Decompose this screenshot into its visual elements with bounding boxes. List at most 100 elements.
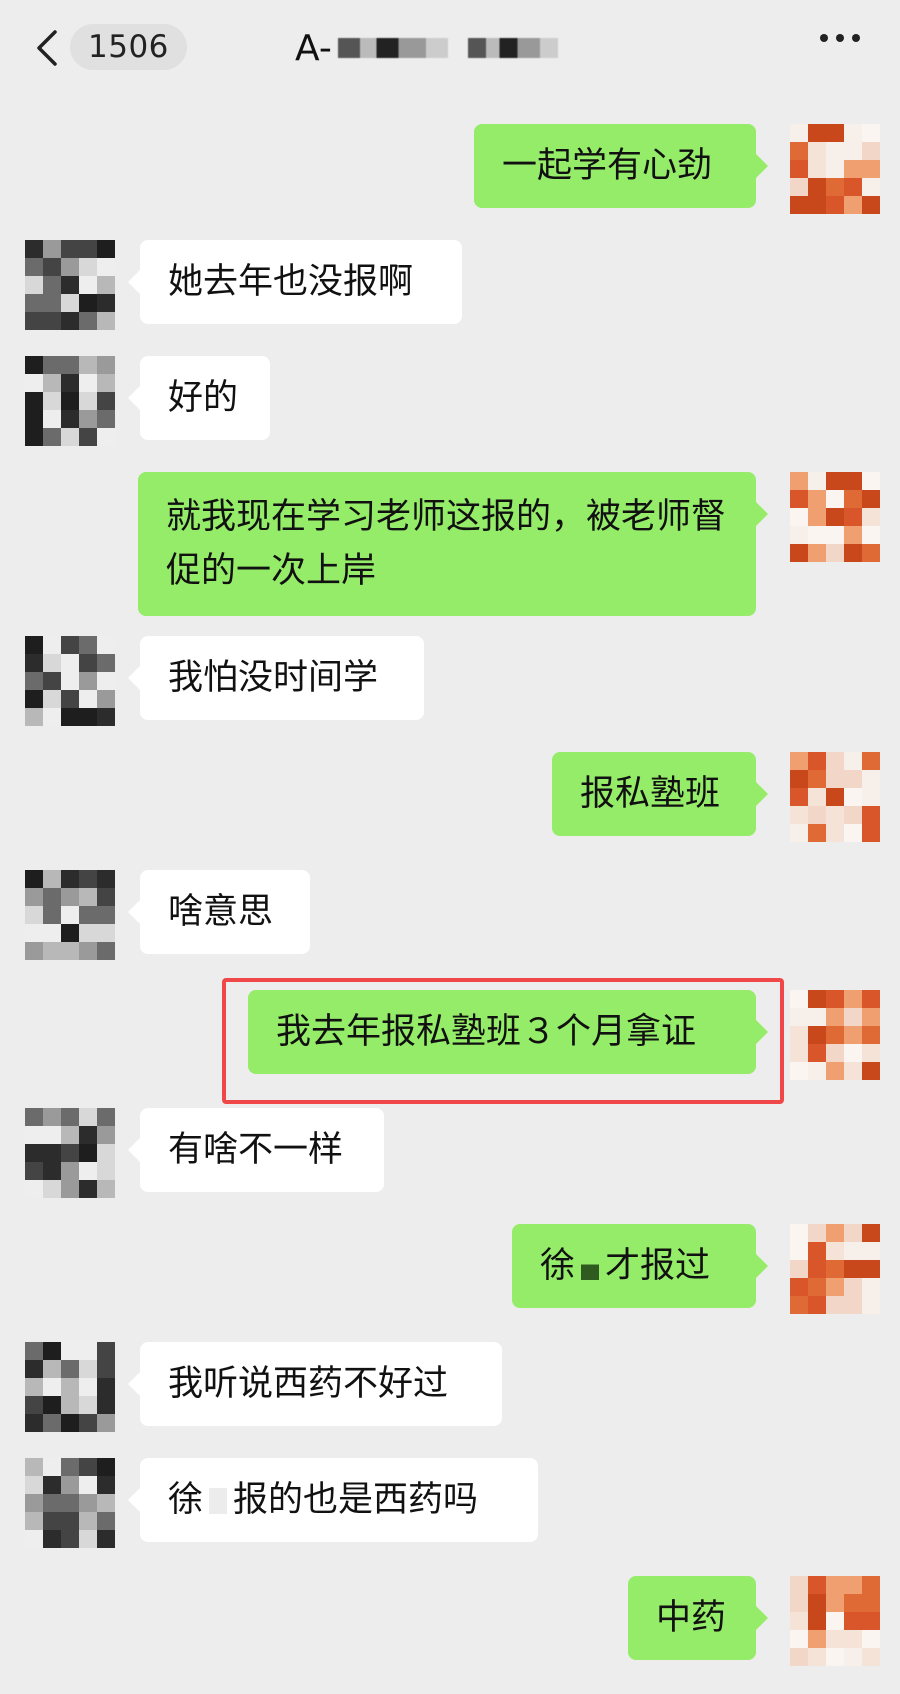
my-avatar[interactable] [790, 124, 880, 214]
avatar-mosaic-tile [79, 276, 97, 294]
avatar-mosaic-tile [844, 788, 862, 806]
outgoing-message[interactable]: 一起学有心劲 [474, 124, 768, 208]
avatar-mosaic-tile [826, 544, 844, 562]
contact-avatar[interactable] [25, 636, 115, 726]
avatar-mosaic-tile [97, 1108, 115, 1126]
avatar-mosaic-tile [808, 990, 826, 1008]
avatar-mosaic-tile [862, 1008, 880, 1026]
avatar-mosaic-tile [79, 1494, 97, 1512]
contact-avatar[interactable] [25, 1108, 115, 1198]
avatar-mosaic-tile [826, 1296, 844, 1314]
avatar-mosaic-tile [43, 870, 61, 888]
avatar-mosaic-tile [79, 240, 97, 258]
avatar-mosaic-tile [790, 490, 808, 508]
redacted-title-block [467, 38, 558, 58]
avatar-mosaic-tile [25, 942, 43, 960]
avatar-mosaic-tile [844, 824, 862, 842]
avatar-mosaic-tile [790, 1062, 808, 1080]
my-avatar[interactable] [790, 1576, 880, 1666]
avatar-mosaic-tile [25, 636, 43, 654]
avatar-mosaic-tile [844, 806, 862, 824]
avatar-mosaic-tile [97, 1530, 115, 1548]
avatar-mosaic-tile [43, 654, 61, 672]
avatar-mosaic-tile [862, 526, 880, 544]
avatar-mosaic-tile [844, 1278, 862, 1296]
avatar-mosaic-tile [43, 690, 61, 708]
avatar-mosaic-tile [97, 312, 115, 330]
unread-count-badge[interactable]: 1506 [70, 24, 187, 70]
avatar-mosaic-tile [61, 312, 79, 330]
avatar-mosaic-tile [79, 356, 97, 374]
avatar-mosaic-tile [790, 806, 808, 824]
avatar-mosaic-tile [25, 888, 43, 906]
avatar-mosaic-tile [862, 490, 880, 508]
message-text: 报的也是西药吗 [233, 1480, 479, 1520]
avatar-mosaic-tile [79, 924, 97, 942]
my-avatar[interactable] [790, 1224, 880, 1314]
avatar-mosaic-tile [25, 1396, 43, 1414]
avatar-mosaic-tile [61, 410, 79, 428]
avatar-mosaic-tile [43, 392, 61, 410]
incoming-message[interactable]: 好的 [128, 356, 270, 440]
avatar-mosaic-tile [43, 1108, 61, 1126]
avatar-mosaic-tile [79, 690, 97, 708]
incoming-message[interactable]: 她去年也没报啊 [128, 240, 462, 324]
avatar-mosaic-tile [844, 1630, 862, 1648]
avatar-mosaic-tile [61, 294, 79, 312]
outgoing-message[interactable]: 就我现在学习老师这报的，被老师督促的一次上岸 [138, 472, 768, 616]
back-button[interactable] [30, 26, 64, 70]
avatar-mosaic-tile [862, 160, 880, 178]
contact-avatar[interactable] [25, 870, 115, 960]
avatar-mosaic-tile [25, 1378, 43, 1396]
avatar-mosaic-tile [97, 1378, 115, 1396]
avatar-mosaic-tile [25, 1144, 43, 1162]
avatar-mosaic-tile [25, 1126, 43, 1144]
avatar-mosaic-tile [43, 924, 61, 942]
avatar-mosaic-tile [61, 1512, 79, 1530]
avatar-mosaic-tile [808, 142, 826, 160]
contact-avatar[interactable] [25, 1458, 115, 1548]
incoming-message[interactable]: 有啥不一样 [128, 1108, 384, 1192]
outgoing-message[interactable]: 中药 [628, 1576, 768, 1660]
my-avatar[interactable] [790, 990, 880, 1080]
avatar-mosaic-tile [61, 1476, 79, 1494]
avatar-mosaic-tile [25, 1180, 43, 1198]
avatar-mosaic-tile [25, 1476, 43, 1494]
avatar-mosaic-tile [97, 258, 115, 276]
avatar-mosaic-tile [808, 788, 826, 806]
redacted-name-block [209, 1488, 228, 1514]
avatar-mosaic-tile [79, 1512, 97, 1530]
avatar-mosaic-tile [97, 672, 115, 690]
my-avatar[interactable] [790, 472, 880, 562]
incoming-message[interactable]: 徐报的也是西药吗 [128, 1458, 538, 1542]
avatar-mosaic-tile [862, 178, 880, 196]
avatar-mosaic-tile [826, 990, 844, 1008]
contact-avatar[interactable] [25, 1342, 115, 1432]
avatar-mosaic-tile [790, 788, 808, 806]
contact-avatar[interactable] [25, 240, 115, 330]
contact-avatar[interactable] [25, 356, 115, 446]
avatar-mosaic-tile [43, 1396, 61, 1414]
avatar-mosaic-tile [808, 508, 826, 526]
outgoing-message[interactable]: 徐才报过 [512, 1224, 768, 1308]
avatar-mosaic-tile [43, 294, 61, 312]
avatar-mosaic-tile [97, 942, 115, 960]
avatar-mosaic-tile [862, 1224, 880, 1242]
avatar-mosaic-tile [79, 258, 97, 276]
message-text: 徐 [540, 1246, 576, 1286]
avatar-mosaic-tile [79, 294, 97, 312]
incoming-message[interactable]: 我听说西药不好过 [128, 1342, 502, 1426]
avatar-mosaic-tile [97, 276, 115, 294]
avatar-mosaic-tile [862, 1594, 880, 1612]
incoming-message[interactable]: 啥意思 [128, 870, 310, 954]
avatar-mosaic-tile [844, 472, 862, 490]
avatar-mosaic-tile [61, 1396, 79, 1414]
my-avatar[interactable] [790, 752, 880, 842]
more-options-button[interactable] [820, 34, 860, 42]
avatar-mosaic-tile [61, 1162, 79, 1180]
outgoing-message[interactable]: 报私塾班 [552, 752, 768, 836]
incoming-message[interactable]: 我怕没时间学 [128, 636, 424, 720]
avatar-mosaic-tile [43, 888, 61, 906]
avatar-mosaic-tile [43, 1360, 61, 1378]
avatar-mosaic-tile [43, 312, 61, 330]
